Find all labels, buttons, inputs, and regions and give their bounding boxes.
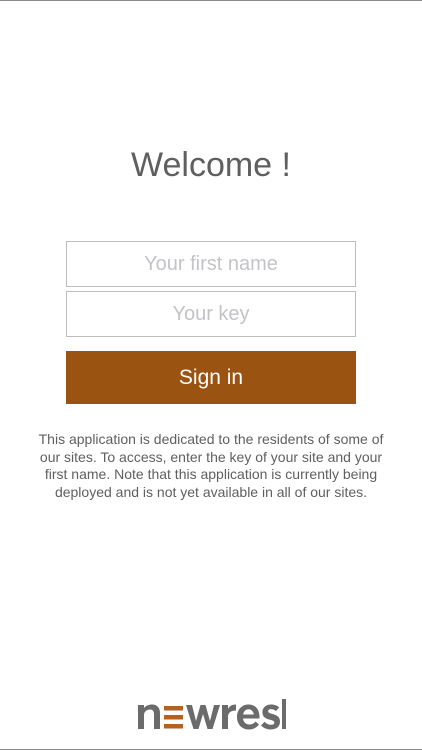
newrest-logo-icon: [138, 699, 286, 730]
key-input[interactable]: [66, 291, 356, 337]
first-name-input[interactable]: [66, 241, 356, 287]
sign-in-button[interactable]: Sign in: [66, 351, 356, 404]
newrest-logo: [136, 687, 286, 733]
login-screen: Welcome ! Sign in This application is de…: [0, 0, 422, 750]
info-text: This application is dedicated to the res…: [38, 431, 384, 500]
page-title: Welcome !: [131, 146, 291, 184]
